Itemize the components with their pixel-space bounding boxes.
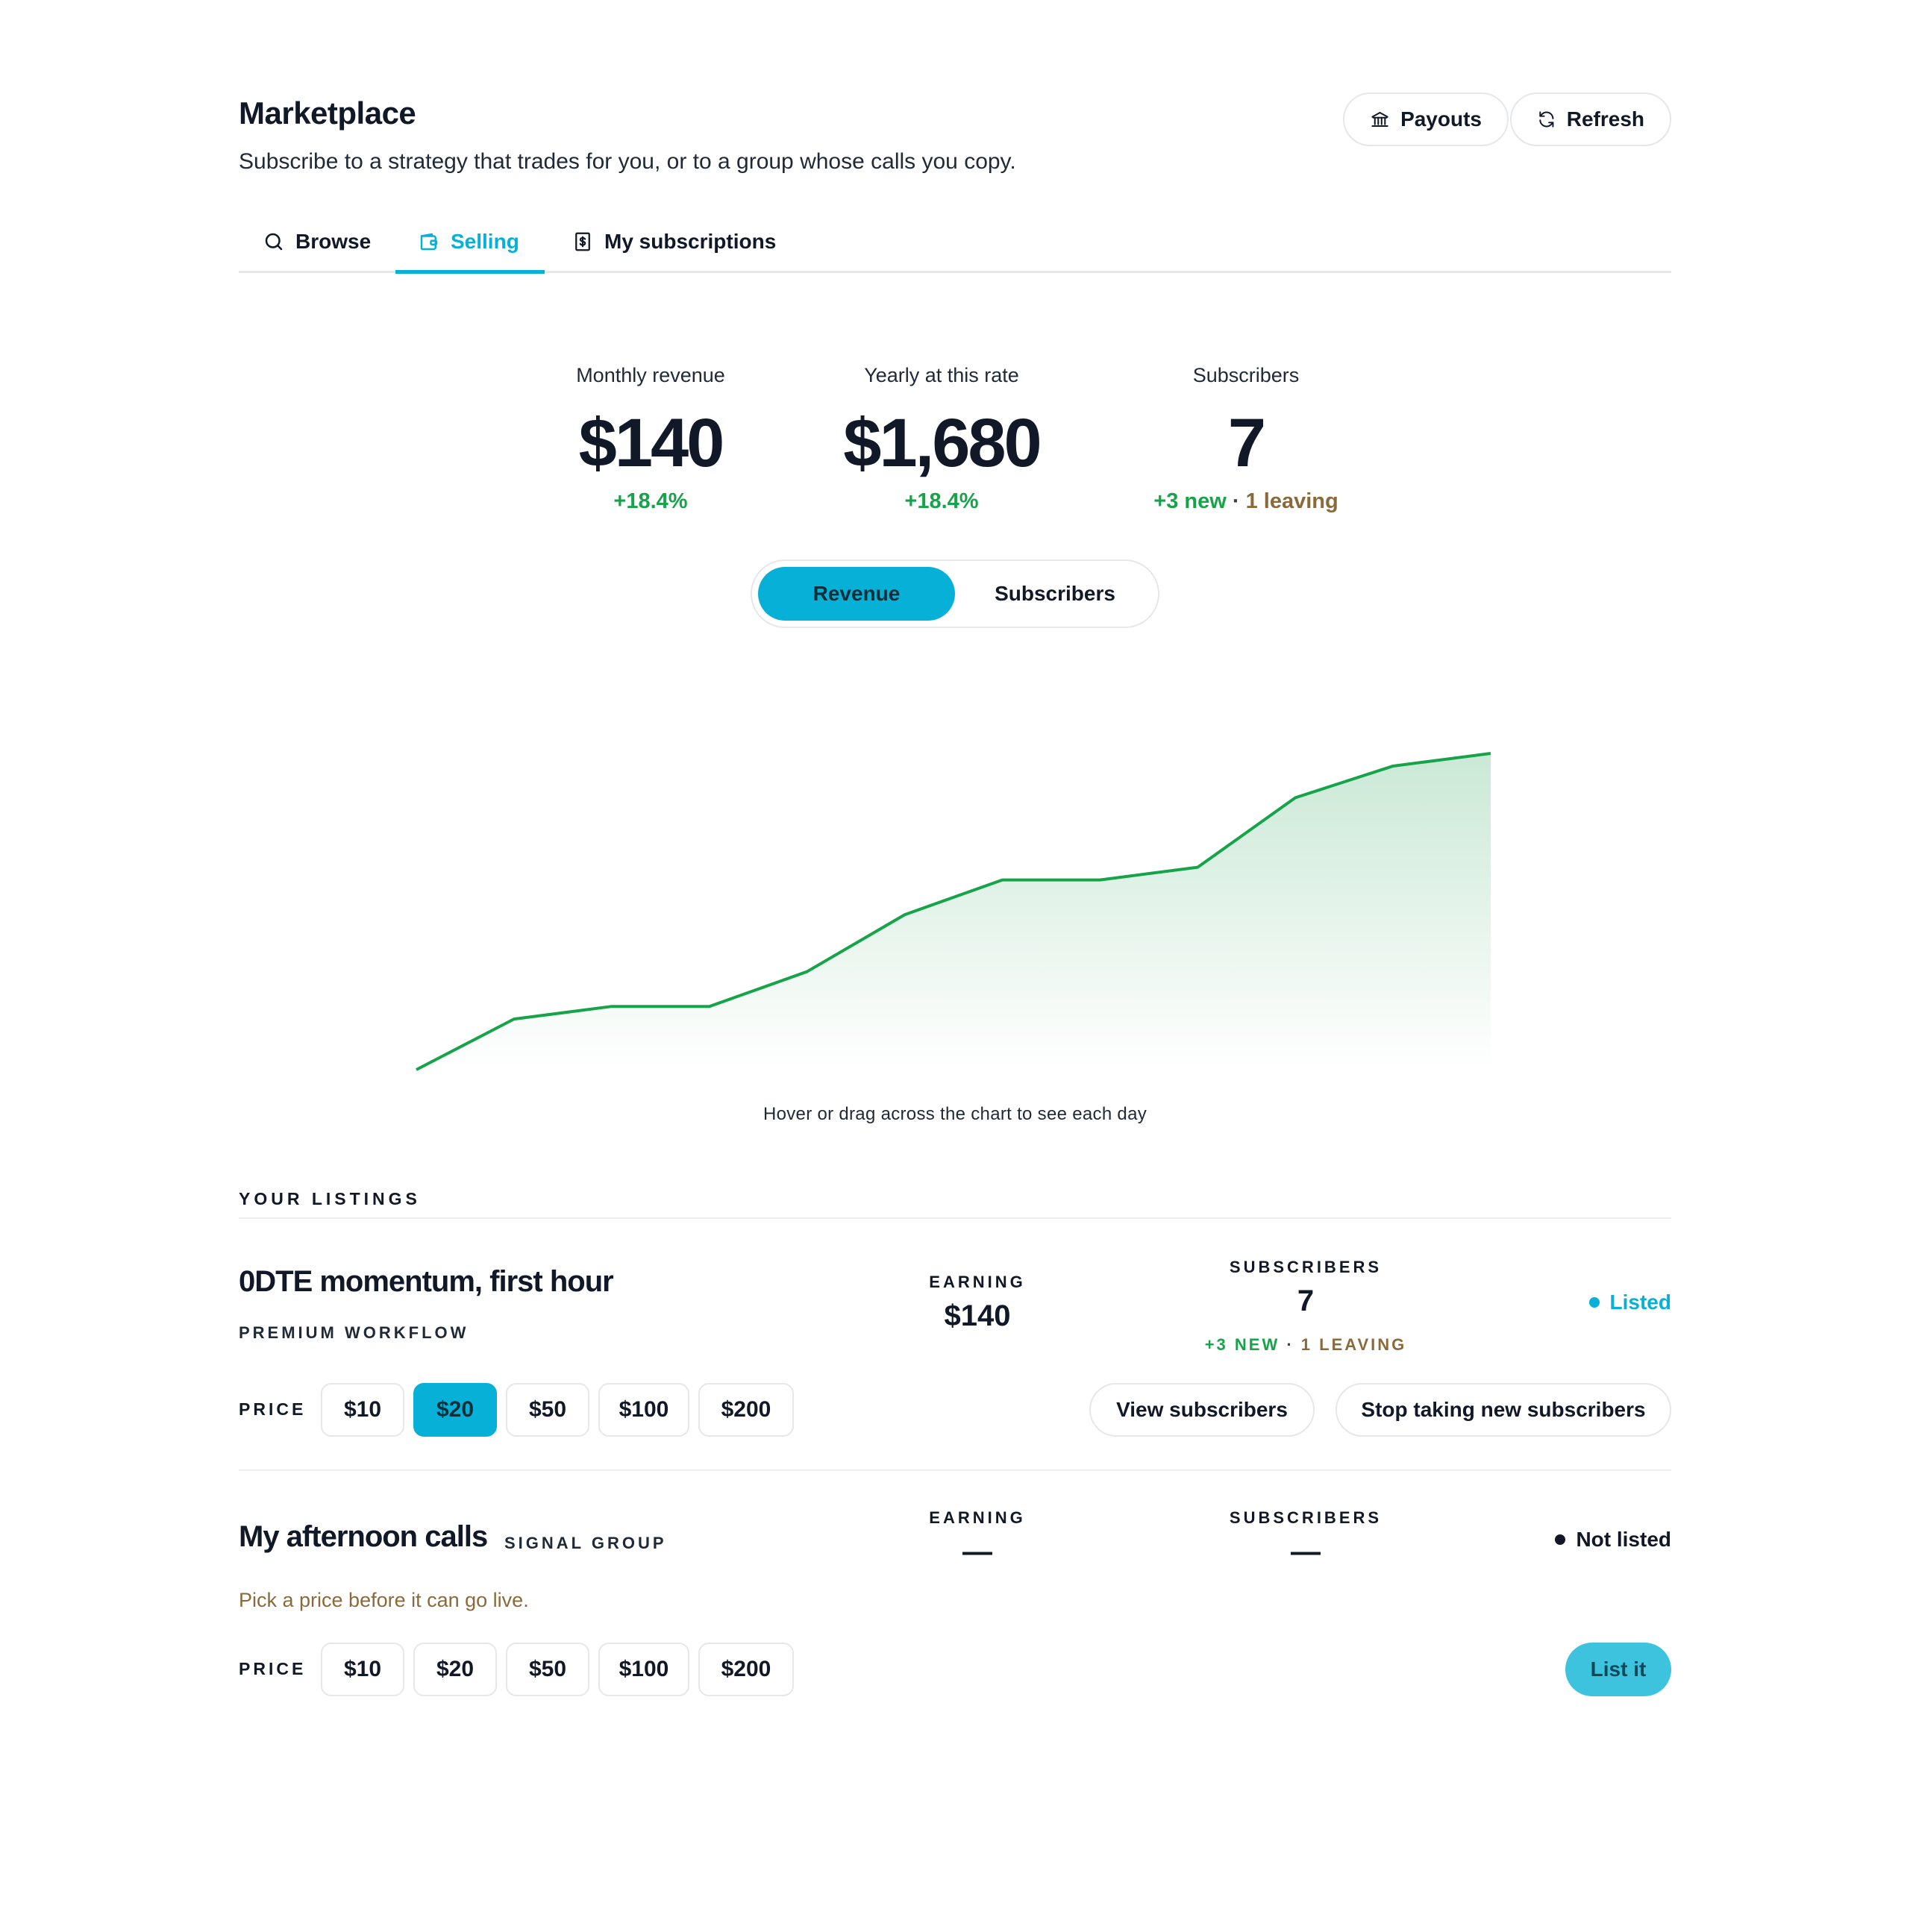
status-label: Not listed — [1576, 1528, 1671, 1551]
earning-value: — — [962, 1535, 992, 1568]
listing-hint: Pick a price before it can go live. — [239, 1589, 529, 1611]
stat-subscribers-leaving: 1 leaving — [1245, 489, 1338, 513]
price-option-20[interactable]: $20 — [413, 1643, 497, 1696]
subscribers-label: SUBSCRIBERS — [1229, 1258, 1383, 1276]
earning-label: EARNING — [929, 1273, 1026, 1291]
stat-yearly-value: $1,680 — [843, 405, 1042, 481]
price-option-200[interactable]: $200 — [698, 1643, 794, 1696]
listings-divider — [239, 1217, 1671, 1219]
stat-subscribers-delta: +3 new · 1 leaving — [1097, 489, 1395, 514]
stat-subscribers-value: 7 — [1227, 405, 1266, 481]
listings-section-label: YOUR LISTINGS — [239, 1189, 421, 1208]
stat-subscribers-new: +3 new — [1153, 489, 1227, 513]
wallet-icon — [420, 233, 438, 251]
chart-point[interactable] — [604, 999, 619, 1014]
view-subscribers-button[interactable]: View subscribers — [1089, 1383, 1315, 1437]
listing-kind: PREMIUM WORKFLOW — [239, 1323, 469, 1342]
stat-yearly-label: Yearly at this rate — [864, 364, 1019, 386]
status-badge: Listed — [1588, 1290, 1671, 1314]
bank-icon — [1371, 111, 1388, 128]
price-option-100[interactable]: $100 — [598, 1643, 689, 1696]
subscribers-change: +3 NEW · 1 LEAVING — [1156, 1335, 1455, 1355]
price-option-200[interactable]: $200 — [698, 1383, 794, 1437]
chart-point[interactable] — [800, 965, 815, 979]
chart-point[interactable] — [1483, 746, 1498, 761]
chart-point[interactable] — [995, 873, 1009, 888]
chart-hint: Hover or drag across the chart to see ea… — [763, 1104, 1147, 1124]
chart-point[interactable] — [409, 1062, 424, 1077]
chart-point[interactable] — [1092, 873, 1107, 888]
status-dot-icon — [1588, 1297, 1600, 1308]
listing-kind: SIGNAL GROUP — [504, 1534, 667, 1552]
stat-monthly-delta: +18.4% — [613, 489, 688, 513]
price-option-100[interactable]: $100 — [598, 1383, 689, 1437]
chart-point[interactable] — [507, 1012, 522, 1026]
price-label: PRICE — [239, 1659, 307, 1678]
refresh-icon — [1539, 111, 1554, 128]
toggle-revenue[interactable]: Revenue — [758, 567, 955, 621]
stat-subscribers-label: Subscribers — [1192, 364, 1300, 386]
price-option-50[interactable]: $50 — [506, 1643, 589, 1696]
tab-my-subscriptions-label: My subscriptions — [604, 230, 777, 253]
subscribers-value: — — [1291, 1535, 1321, 1568]
subscribers-sep: · — [1286, 1335, 1294, 1354]
listing-name: My afternoon calls — [239, 1520, 488, 1553]
listing-divider — [239, 1470, 1671, 1471]
subscribers-value: 7 — [1297, 1285, 1315, 1317]
subscribers-new: +3 NEW — [1204, 1335, 1280, 1354]
payouts-label: Payouts — [1400, 107, 1482, 131]
status-dot-icon — [1555, 1534, 1566, 1545]
stat-monthly-value: $140 — [578, 405, 725, 481]
price-label: PRICE — [239, 1399, 307, 1419]
tab-browse[interactable]: Browse — [263, 210, 371, 273]
tab-my-subscriptions[interactable]: My subscriptions — [572, 210, 776, 273]
price-option-10[interactable]: $10 — [321, 1643, 404, 1696]
toggle-subscribers[interactable]: Subscribers — [956, 567, 1153, 621]
stat-monthly-label: Monthly revenue — [576, 364, 725, 386]
stat-subscribers-sep: · — [1232, 489, 1240, 513]
revenue-chart[interactable] — [239, 716, 1671, 1089]
search-icon — [265, 233, 283, 251]
page-title: Marketplace — [239, 95, 416, 131]
chart-area-fill — [416, 753, 1491, 1070]
tab-browse-label: Browse — [295, 230, 372, 253]
subscribers-leaving: 1 LEAVING — [1300, 1335, 1407, 1354]
list-it-button[interactable]: List it — [1565, 1643, 1671, 1696]
chart-mode-toggle: Revenue Subscribers — [751, 559, 1159, 628]
price-option-10[interactable]: $10 — [321, 1383, 404, 1437]
stat-subscribers: Subscribers 7 +3 new · 1 leaving — [1097, 364, 1395, 514]
price-option-50[interactable]: $50 — [506, 1383, 589, 1437]
chart-point[interactable] — [1288, 790, 1303, 805]
refresh-label: Refresh — [1566, 107, 1644, 131]
active-tab-indicator — [395, 270, 545, 274]
marketplace-page: Marketplace Subscribe to a strategy that… — [239, 0, 1671, 1932]
status-badge: Not listed — [1555, 1528, 1671, 1552]
page-subtitle: Subscribe to a strategy that trades for … — [239, 149, 1016, 174]
stat-monthly-revenue: Monthly revenue $140 +18.4% — [501, 364, 800, 514]
payouts-button[interactable]: Payouts — [1343, 92, 1509, 146]
tab-bar: Browse Selling My subscriptions — [239, 210, 1671, 274]
stat-yearly-revenue: Yearly at this rate $1,680 +18.4% — [792, 364, 1091, 514]
refresh-button[interactable]: Refresh — [1510, 92, 1671, 146]
stop-taking-subscribers-button[interactable]: Stop taking new subscribers — [1336, 1383, 1671, 1437]
chart-point[interactable] — [702, 999, 717, 1014]
subscribers-label: SUBSCRIBERS — [1229, 1508, 1383, 1527]
receipt-icon — [575, 232, 590, 251]
tab-selling-label: Selling — [451, 230, 519, 253]
stat-yearly-delta: +18.4% — [904, 489, 979, 513]
earning-value: $140 — [944, 1299, 1011, 1332]
status-label: Listed — [1609, 1290, 1671, 1314]
chart-point[interactable] — [1190, 860, 1205, 875]
tab-selling[interactable]: Selling — [418, 210, 519, 273]
earning-label: EARNING — [929, 1508, 1026, 1527]
listing-name: 0DTE momentum, first hour — [239, 1265, 614, 1298]
price-option-20[interactable]: $20 — [413, 1383, 497, 1437]
chart-point[interactable] — [1385, 759, 1400, 774]
chart-point[interactable] — [898, 907, 912, 922]
